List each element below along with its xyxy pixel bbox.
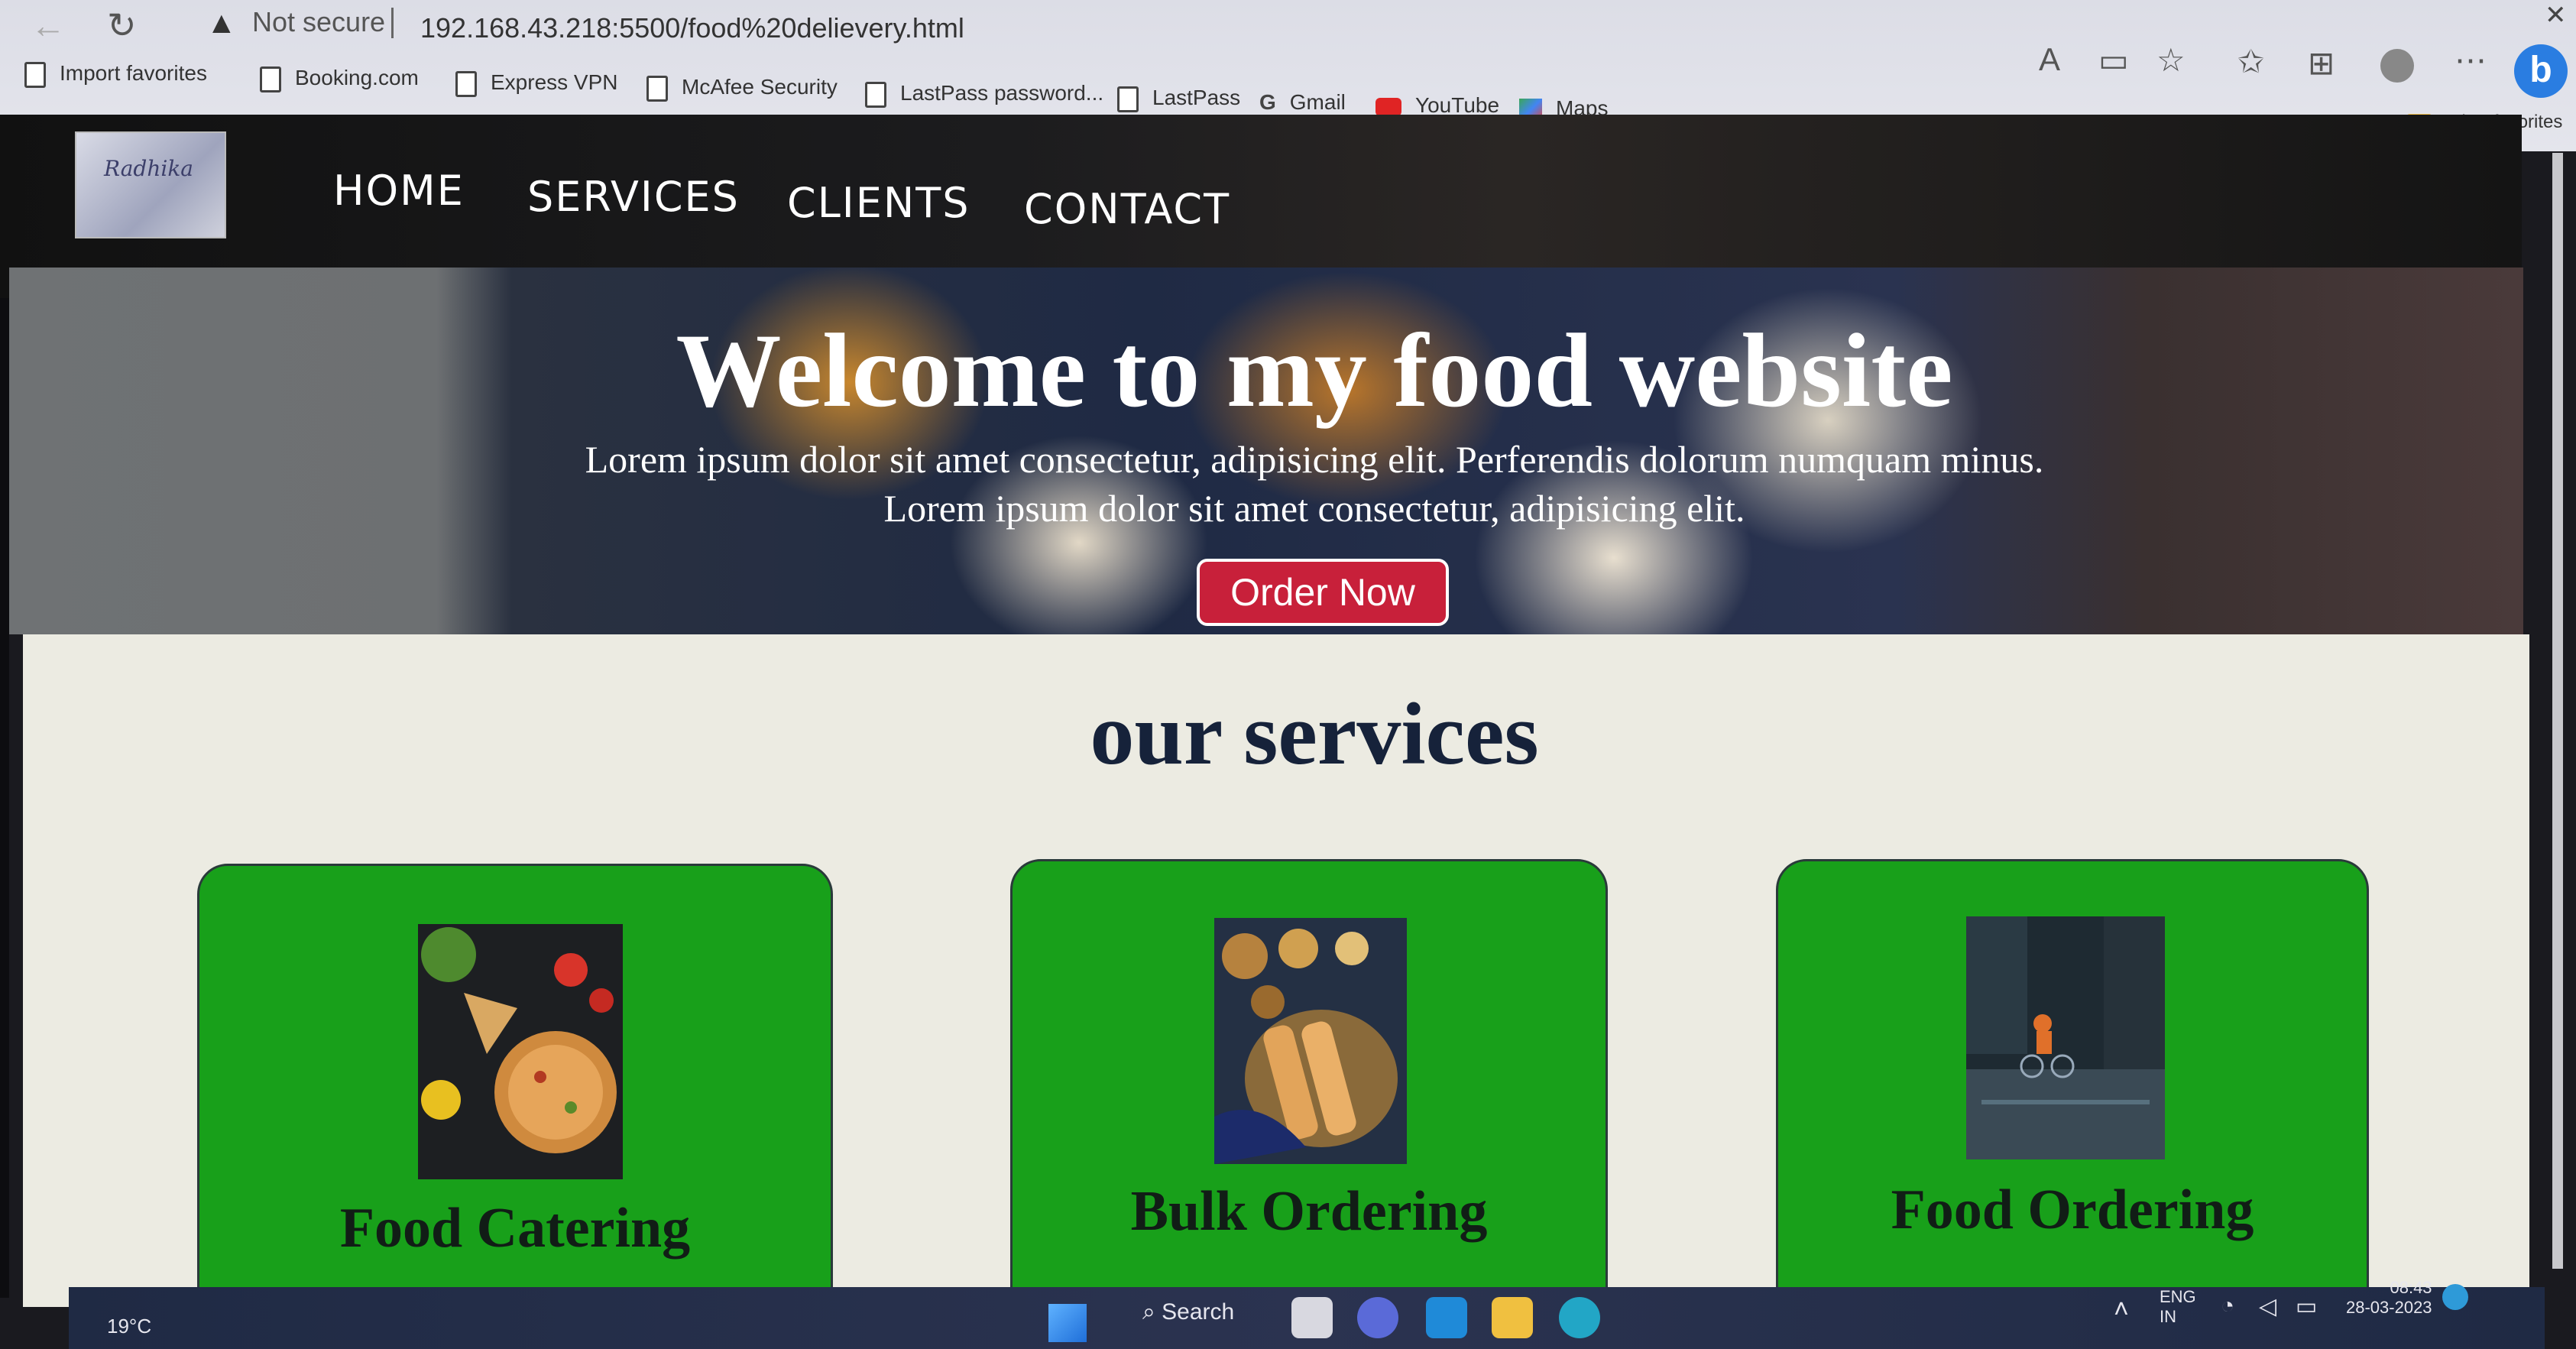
immersive-reader-icon[interactable]: ▭: [2098, 41, 2129, 79]
page-scrollbar[interactable]: [2552, 153, 2563, 1269]
logo-text: Radhika: [104, 156, 193, 181]
security-label[interactable]: Not secure: [252, 6, 385, 38]
pizza-photo: [418, 924, 623, 1179]
chat-icon[interactable]: [1357, 1297, 1398, 1338]
card-title-food-ordering: Food Ordering: [1891, 1179, 2254, 1241]
nav-home[interactable]: HOME: [333, 167, 465, 215]
show-hidden-icons[interactable]: ˄: [2114, 1295, 2129, 1325]
refresh-icon[interactable]: ↻: [107, 5, 137, 46]
hero-title: Welcome to my food website: [676, 312, 1953, 429]
card-title-food-catering: Food Catering: [339, 1197, 691, 1260]
warning-icon[interactable]: ▲: [206, 6, 237, 41]
service-card-bulk-ordering[interactable]: Bulk Ordering: [1010, 859, 1608, 1342]
nav-services[interactable]: SERVICES: [527, 173, 740, 221]
service-card-food-catering[interactable]: Food Catering: [197, 864, 833, 1342]
address-bar-row: ← ↻ ▲ Not secure 192.168.43.218:5500/foo…: [0, 0, 2576, 61]
import-icon: [24, 61, 46, 88]
card-title-bulk-ordering: Bulk Ordering: [1130, 1180, 1488, 1243]
battery-icon[interactable]: ▭: [2296, 1293, 2317, 1320]
bookmark-booking[interactable]: Booking.com: [260, 66, 419, 92]
google-icon: G: [1259, 90, 1276, 114]
file-explorer-icon[interactable]: [1492, 1297, 1533, 1338]
bing-icon[interactable]: b: [2514, 44, 2568, 98]
bookmark-import-favorites[interactable]: Import favorites: [24, 61, 207, 88]
back-icon[interactable]: ←: [31, 5, 66, 46]
nav-clients[interactable]: CLIENTS: [787, 179, 970, 227]
page-icon: [455, 70, 477, 97]
task-view-icon[interactable]: [1291, 1297, 1333, 1338]
page-icon: [260, 66, 281, 92]
service-card-food-ordering[interactable]: Food Ordering: [1776, 859, 2369, 1342]
language-indicator[interactable]: ENG IN: [2160, 1287, 2196, 1327]
more-icon[interactable]: ⋯: [2454, 41, 2487, 79]
dosa-photo: [1214, 918, 1407, 1164]
favorites-icon[interactable]: ✩: [2237, 43, 2264, 80]
taskbar-search[interactable]: ⌕ Search: [1142, 1299, 1234, 1325]
bookmark-lastpass-password[interactable]: LastPass password...: [865, 81, 1103, 108]
edge-icon[interactable]: [1559, 1297, 1600, 1338]
weather-widget[interactable]: 19°C: [107, 1315, 151, 1338]
bookmark-mcafee[interactable]: McAfee Security: [646, 75, 838, 102]
clock[interactable]: 08:43 28-03-2023: [2346, 1278, 2432, 1318]
vscode-icon[interactable]: [1426, 1297, 1467, 1338]
wifi-icon[interactable]: ◔: [2221, 1293, 2234, 1319]
collections-icon[interactable]: ⊞: [2308, 44, 2335, 82]
page-icon: [646, 75, 668, 102]
bookmark-lastpass[interactable]: LastPass: [1117, 86, 1240, 112]
youtube-icon: [1375, 97, 1401, 116]
order-now-button[interactable]: Order Now: [1197, 559, 1449, 626]
delivery-rider-photo: [1966, 916, 2165, 1159]
add-favorite-icon[interactable]: ☆: [2156, 41, 2186, 79]
services-heading: our services: [1090, 686, 1539, 783]
profile-avatar[interactable]: [2380, 49, 2414, 83]
read-aloud-icon[interactable]: A: [2039, 41, 2060, 78]
hero-text-line2: Lorem ipsum dolor sit amet consectetur, …: [883, 487, 1745, 530]
hero-text-line1: Lorem ipsum dolor sit amet consectetur, …: [585, 438, 2044, 481]
nav-contact[interactable]: CONTACT: [1024, 185, 1230, 233]
bookmark-gmail[interactable]: G Gmail: [1259, 90, 1346, 115]
notification-badge[interactable]: [2442, 1284, 2468, 1310]
volume-icon[interactable]: ◁: [2259, 1293, 2276, 1320]
url-field[interactable]: 192.168.43.218:5500/food%20delievery.htm…: [420, 12, 964, 44]
site-logo[interactable]: Radhika: [75, 131, 226, 238]
page-icon: [865, 81, 886, 108]
page-icon: [1117, 86, 1139, 112]
address-separator: [391, 8, 394, 38]
bookmark-express-vpn[interactable]: Express VPN: [455, 70, 618, 97]
close-icon[interactable]: ✕: [2545, 0, 2567, 31]
windows-start-icon[interactable]: [1048, 1304, 1087, 1342]
